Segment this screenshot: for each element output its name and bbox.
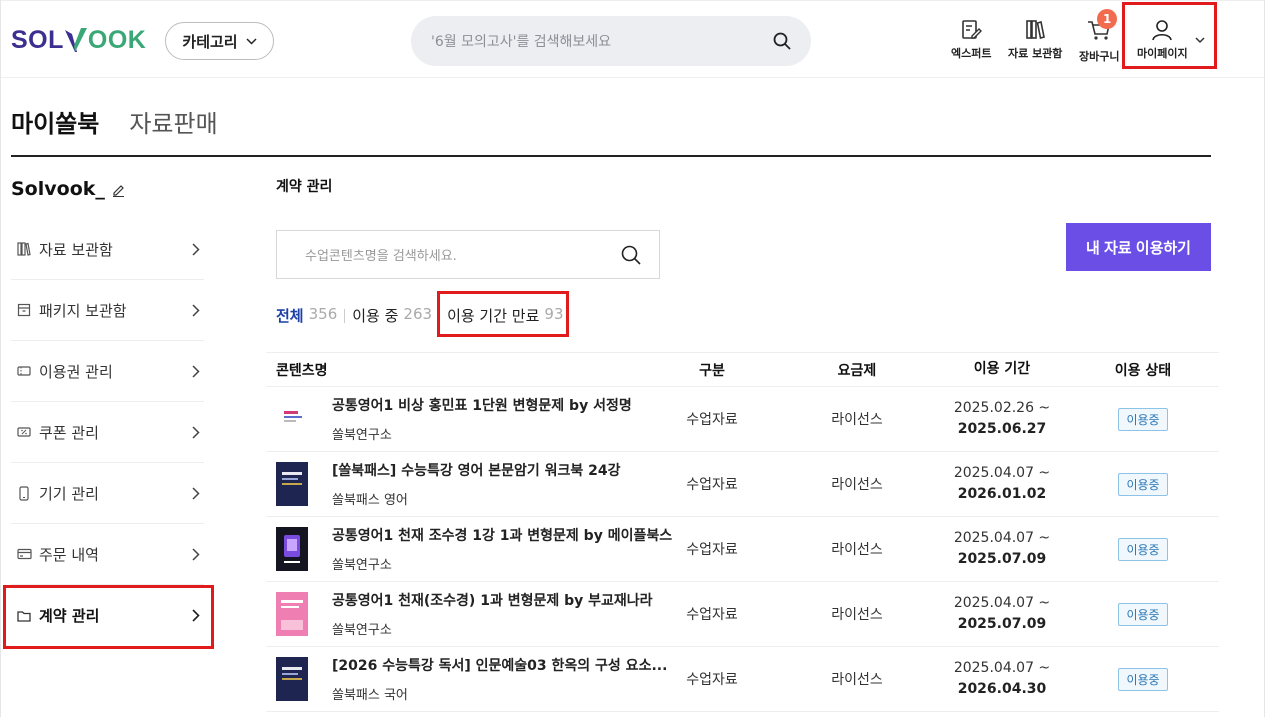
- content-plan: 라이선스: [831, 412, 883, 428]
- content-publisher: 쏠북연구소: [332, 558, 392, 573]
- content-title[interactable]: 공통영어1 천재(조수경) 1과 변형문제 by 부교재나라: [332, 590, 653, 610]
- edit-pencil-icon[interactable]: [111, 182, 126, 197]
- content-thumbnail[interactable]: [276, 397, 308, 441]
- content-search-input[interactable]: 수업콘텐츠명을 검색하세요.: [305, 245, 621, 264]
- search-icon[interactable]: [621, 245, 641, 265]
- content-title[interactable]: [쏠북패스] 수능특강 영어 본문암기 워크북 24강: [332, 460, 621, 480]
- table-row[interactable]: 공통영어1 천재 조수경 1강 1과 변형문제 by 메이플북스 쏠북연구소 수…: [266, 517, 1219, 582]
- user-name: Solvook_: [11, 178, 126, 200]
- content-title[interactable]: 공통영어1 비상 홍민표 1단원 변형문제 by 서정명: [332, 395, 632, 415]
- expired-filter-highlight-box: [437, 291, 569, 337]
- page-tabs: 마이쏠북 자료판매: [11, 104, 218, 139]
- chevron-down-icon: [246, 37, 257, 45]
- col-header-plan: 요금제: [837, 362, 877, 379]
- content-plan: 라이선스: [831, 477, 883, 493]
- solvook-logo[interactable]: SOL OOK: [11, 25, 146, 55]
- cart-link[interactable]: 1 장바구니: [1079, 9, 1119, 64]
- sidebar-item-coupon[interactable]: 쿠폰 관리: [11, 402, 204, 463]
- content-thumbnail[interactable]: [276, 657, 308, 701]
- content-plan: 라이선스: [831, 607, 883, 623]
- cart-count-badge: 1: [1097, 9, 1118, 29]
- expert-link[interactable]: 엑스퍼트: [951, 19, 991, 61]
- table-row[interactable]: [쏠북패스] 수능특강 영어 본문암기 워크북 24강 쏠북패스 영어 수업자료…: [266, 452, 1219, 517]
- pencil-doc-icon: [962, 20, 983, 39]
- content-publisher: 쏠북연구소: [332, 623, 392, 638]
- top-header: SOL OOK 카테고리 '6월 모의고사'를 검색해보세요 엑스퍼트 자료 보…: [1, 0, 1264, 78]
- mypage-highlight-box: [1122, 2, 1217, 69]
- coupon-icon: [17, 427, 31, 437]
- content-type: 수업자료: [686, 477, 738, 493]
- filter-separator: [344, 308, 346, 323]
- usage-period: 2025.04.07 ~ 2026.01.02: [953, 465, 1051, 502]
- status-badge: 이용중: [1118, 537, 1168, 561]
- sidebar-item-library[interactable]: 자료 보관함: [11, 219, 204, 280]
- global-search[interactable]: '6월 모의고사'를 검색해보세요: [411, 16, 811, 66]
- content-plan: 라이선스: [831, 672, 883, 688]
- content-title[interactable]: 공통영어1 천재 조수경 1강 1과 변형문제 by 메이플북스: [332, 525, 672, 545]
- usage-period: 2025.04.07 ~ 2025.07.09: [953, 595, 1051, 632]
- chevron-right-icon: [192, 303, 200, 317]
- content-search[interactable]: 수업콘텐츠명을 검색하세요.: [276, 230, 660, 279]
- table-row[interactable]: 공통영어1 천재(조수경) 1과 변형문제 by 부교재나라 쏠북연구소 수업자…: [266, 582, 1219, 647]
- table-header: 콘텐츠명 구분 요금제 이용 기간 이용 상태: [266, 352, 1219, 387]
- tab-divider: [11, 155, 1211, 157]
- content-publisher: 쏠북패스 국어: [332, 688, 408, 703]
- content-publisher: 쏠북패스 영어: [332, 493, 408, 508]
- content-type: 수업자료: [686, 672, 738, 688]
- package-icon: [17, 303, 31, 317]
- status-badge: 이용중: [1118, 667, 1168, 691]
- section-title: 계약 관리: [276, 179, 333, 195]
- sidebar-item-device[interactable]: 기기 관리: [11, 463, 204, 524]
- chevron-right-icon: [192, 486, 200, 500]
- col-header-type: 구분: [699, 362, 725, 379]
- phone-icon: [19, 485, 29, 501]
- contract-table: 콘텐츠명 구분 요금제 이용 기간 이용 상태 공통영어1 비상 홍민표 1단원…: [266, 352, 1219, 712]
- sidebar-item-orders[interactable]: 주문 내역: [11, 524, 204, 585]
- chevron-right-icon: [192, 425, 200, 439]
- library-link[interactable]: 자료 보관함: [1008, 19, 1062, 61]
- filter-in-use[interactable]: 이용 중 263: [352, 305, 432, 326]
- books-icon: [17, 242, 31, 256]
- category-button[interactable]: 카테고리: [165, 22, 274, 60]
- usage-period: 2025.02.26 ~ 2025.06.27: [953, 400, 1051, 437]
- sidebar-item-package[interactable]: 패키지 보관함: [11, 280, 204, 341]
- table-row[interactable]: [2026 수능특강 독서] 인문예술03 한옥의 구성 요소... 쏠북패스 …: [266, 647, 1219, 712]
- page: SOL OOK 카테고리 '6월 모의고사'를 검색해보세요 엑스퍼트 자료 보…: [0, 0, 1265, 717]
- tab-material-sales[interactable]: 자료판매: [129, 104, 217, 139]
- status-badge: 이용중: [1118, 472, 1168, 496]
- content-publisher: 쏠북연구소: [332, 428, 392, 443]
- card-icon: [16, 548, 32, 560]
- content-thumbnail[interactable]: [276, 527, 308, 571]
- search-icon[interactable]: [773, 32, 791, 50]
- chevron-right-icon: [192, 242, 200, 256]
- sidebar-item-ticket[interactable]: 이용권 관리: [11, 341, 204, 402]
- chevron-right-icon: [192, 364, 200, 378]
- content-type: 수업자료: [686, 412, 738, 428]
- content-title[interactable]: [2026 수능특강 독서] 인문예술03 한옥의 구성 요소...: [332, 655, 667, 675]
- usage-period: 2025.04.07 ~ 2026.04.30: [953, 660, 1051, 697]
- content-plan: 라이선스: [831, 542, 883, 558]
- content-thumbnail[interactable]: [276, 462, 308, 506]
- chevron-right-icon: [192, 547, 200, 561]
- filter-all[interactable]: 전체 356: [276, 305, 337, 326]
- logo-leaf-icon: [64, 28, 87, 52]
- content-type: 수업자료: [686, 542, 738, 558]
- tab-my-solvook[interactable]: 마이쏠북: [11, 104, 99, 139]
- content-type: 수업자료: [686, 607, 738, 623]
- table-row[interactable]: 공통영어1 비상 홍민표 1단원 변형문제 by 서정명 쏠북연구소 수업자료 …: [266, 387, 1219, 452]
- usage-period: 2025.04.07 ~ 2025.07.09: [953, 530, 1051, 567]
- books-icon: [1026, 20, 1046, 40]
- col-header-status: 이용 상태: [1114, 362, 1172, 379]
- use-my-materials-button[interactable]: 내 자료 이용하기: [1066, 223, 1211, 271]
- ticket-icon: [17, 366, 31, 376]
- col-header-content: 콘텐츠명: [276, 362, 328, 379]
- cart-icon-wrap: 1: [1087, 9, 1118, 48]
- search-input[interactable]: '6월 모의고사'를 검색해보세요: [431, 31, 773, 51]
- col-header-period: 이용 기간: [973, 361, 1031, 377]
- content-thumbnail[interactable]: [276, 592, 308, 636]
- status-badge: 이용중: [1118, 602, 1168, 626]
- status-badge: 이용중: [1118, 407, 1168, 431]
- contract-highlight-box: [3, 585, 214, 649]
